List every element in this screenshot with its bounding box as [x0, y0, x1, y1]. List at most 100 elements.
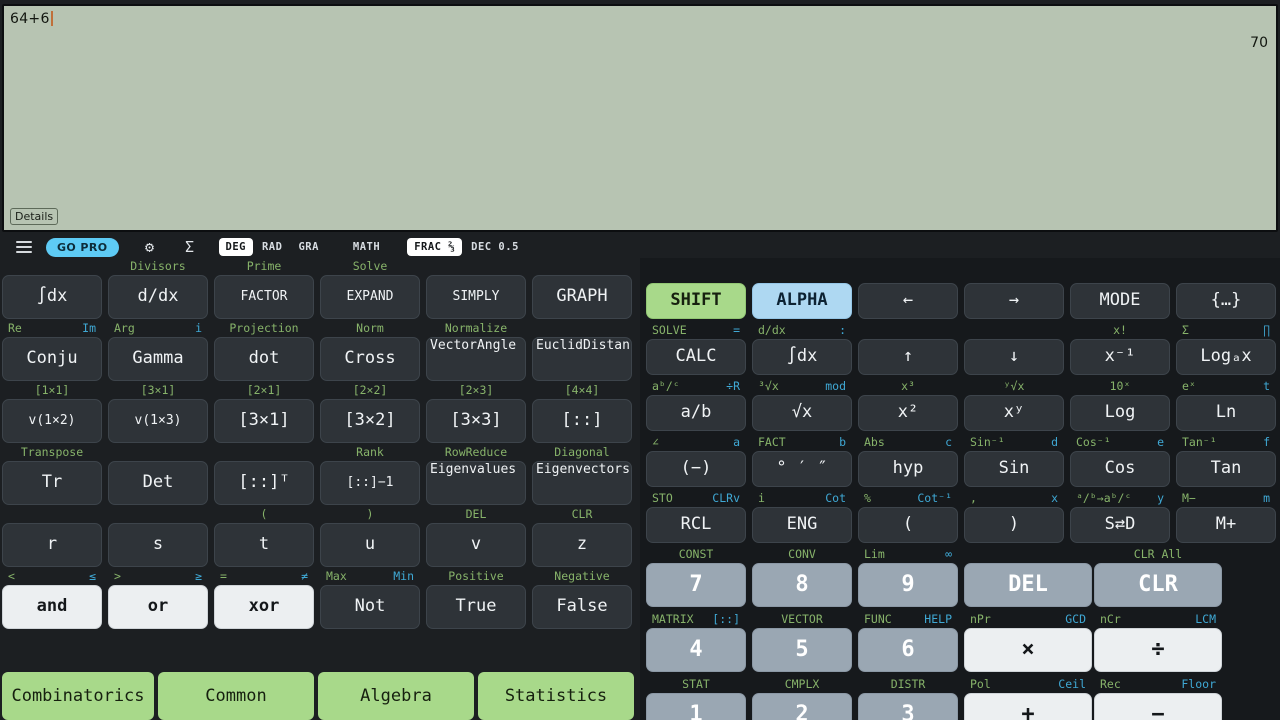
key-dx[interactable]: ∫dx	[2, 275, 102, 319]
key-or[interactable]: or	[108, 585, 208, 629]
key-sin[interactable]: Sin	[964, 451, 1064, 487]
angle-mode-gra[interactable]: GRA	[291, 238, 325, 256]
key-key[interactable]: ↓	[964, 339, 1064, 375]
key-3-1[interactable]: [3×1]	[214, 399, 314, 443]
key-log-x[interactable]: Logₐx	[1176, 339, 1276, 375]
key-del[interactable]: DEL	[964, 563, 1092, 607]
key-3-3[interactable]: [3×3]	[426, 399, 526, 443]
key-a-b[interactable]: a/b	[646, 395, 746, 431]
key-x[interactable]: x⁻¹	[1070, 339, 1170, 375]
format-frac[interactable]: FRAC ⅔	[407, 238, 463, 256]
key-hyp[interactable]: hyp	[858, 451, 958, 487]
key-dot[interactable]: dot	[214, 337, 314, 381]
key-vectorangle[interactable]: VectorAngle	[426, 337, 526, 381]
hamburger-icon[interactable]	[8, 241, 40, 253]
key-x[interactable]: xʸ	[964, 395, 1064, 431]
key-key[interactable]: ×	[964, 628, 1092, 672]
key-s[interactable]: s	[108, 523, 208, 567]
math-button[interactable]: MATH	[346, 238, 387, 256]
key-eng[interactable]: ENG	[752, 507, 852, 543]
key-x[interactable]: x²	[858, 395, 958, 431]
key-u[interactable]: u	[320, 523, 420, 567]
calculator-display[interactable]: 64+6 70 Details	[2, 4, 1278, 232]
key-gamma[interactable]: Gamma	[108, 337, 208, 381]
key-shift[interactable]: SHIFT	[646, 283, 746, 319]
key-cell-key: FACT b ° ′ ″	[752, 434, 852, 487]
tab-statistics[interactable]: Statistics	[478, 672, 634, 720]
key-6[interactable]: 6	[858, 628, 958, 672]
key-key[interactable]: (−)	[646, 451, 746, 487]
key-det[interactable]: Det	[108, 461, 208, 505]
tab-common[interactable]: Common	[158, 672, 314, 720]
sigma-icon[interactable]: Σ	[181, 238, 199, 256]
key-8[interactable]: 8	[752, 563, 852, 607]
key-key[interactable]: ←	[858, 283, 958, 319]
key-key[interactable]: )	[964, 507, 1064, 543]
key-key[interactable]: +	[964, 693, 1092, 720]
key-conju[interactable]: Conju	[2, 337, 102, 381]
key-v[interactable]: v	[426, 523, 526, 567]
key-7[interactable]: 7	[646, 563, 746, 607]
key-log[interactable]: Log	[1070, 395, 1170, 431]
key-and[interactable]: and	[2, 585, 102, 629]
key-key[interactable]: ÷	[1094, 628, 1222, 672]
key-key[interactable]: [::]	[532, 399, 632, 443]
key-cos[interactable]: Cos	[1070, 451, 1170, 487]
key-clr[interactable]: CLR	[1094, 563, 1222, 607]
key-v-1-2[interactable]: v(1×2)	[2, 399, 102, 443]
key-x[interactable]: √x	[752, 395, 852, 431]
key-5[interactable]: 5	[752, 628, 852, 672]
key-cross[interactable]: Cross	[320, 337, 420, 381]
key-key[interactable]: ° ′ ″	[752, 451, 852, 487]
key-rcl[interactable]: RCL	[646, 507, 746, 543]
key-t[interactable]: t	[214, 523, 314, 567]
key-dx[interactable]: ∫dx	[752, 339, 852, 375]
key-eigenvectors[interactable]: Eigenvectors	[532, 461, 632, 505]
key-tr[interactable]: Tr	[2, 461, 102, 505]
key-expand[interactable]: EXPAND	[320, 275, 420, 319]
key-ln[interactable]: Ln	[1176, 395, 1276, 431]
key-simply[interactable]: SIMPLY	[426, 275, 526, 319]
key-graph[interactable]: GRAPH	[532, 275, 632, 319]
key-m[interactable]: M+	[1176, 507, 1276, 543]
gear-icon[interactable]: ⚙	[141, 238, 159, 256]
key-3[interactable]: 3	[858, 693, 958, 720]
key-false[interactable]: False	[532, 585, 632, 629]
key-factor[interactable]: FACTOR	[214, 275, 314, 319]
key-key[interactable]: [::]ᵀ	[214, 461, 314, 505]
key-v-1-3[interactable]: v(1×3)	[108, 399, 208, 443]
key-key[interactable]: ↑	[858, 339, 958, 375]
key-key[interactable]: (	[858, 507, 958, 543]
key-alpha[interactable]: ALPHA	[752, 283, 852, 319]
key-9[interactable]: 9	[858, 563, 958, 607]
key-mode[interactable]: MODE	[1070, 283, 1170, 319]
tab-algebra[interactable]: Algebra	[318, 672, 474, 720]
key-tan[interactable]: Tan	[1176, 451, 1276, 487]
key-key[interactable]: {…}	[1176, 283, 1276, 319]
go-pro-button[interactable]: GO PRO	[46, 237, 119, 257]
key-true[interactable]: True	[426, 585, 526, 629]
key-not[interactable]: Not	[320, 585, 420, 629]
alpha-label-4: [::]	[712, 612, 740, 626]
key-xor[interactable]: xor	[214, 585, 314, 629]
details-button[interactable]: Details	[10, 208, 59, 225]
key-eigenvalues[interactable]: Eigenvalues	[426, 461, 526, 505]
key-2[interactable]: 2	[752, 693, 852, 720]
key-key[interactable]: →	[964, 283, 1064, 319]
key-key[interactable]: −	[1094, 693, 1222, 720]
format-dec[interactable]: DEC 0.5	[464, 238, 526, 256]
key-calc[interactable]: CALC	[646, 339, 746, 375]
tab-combinatorics[interactable]: Combinatorics	[2, 672, 154, 720]
key-s-d[interactable]: S⇄D	[1070, 507, 1170, 543]
key-z[interactable]: z	[532, 523, 632, 567]
angle-mode-deg[interactable]: DEG	[218, 238, 253, 256]
key-4[interactable]: 4	[646, 628, 746, 672]
key-1[interactable]: [::]−1	[320, 461, 420, 505]
angle-mode-rad[interactable]: RAD	[255, 238, 289, 256]
key-d-dx[interactable]: d/dx	[108, 275, 208, 319]
key-cell-eng: i Cot ENG	[752, 490, 852, 543]
key-3-2[interactable]: [3×2]	[320, 399, 420, 443]
key-1[interactable]: 1	[646, 693, 746, 720]
key-r[interactable]: r	[2, 523, 102, 567]
key-eucliddistance[interactable]: EuclidDistance	[532, 337, 632, 381]
